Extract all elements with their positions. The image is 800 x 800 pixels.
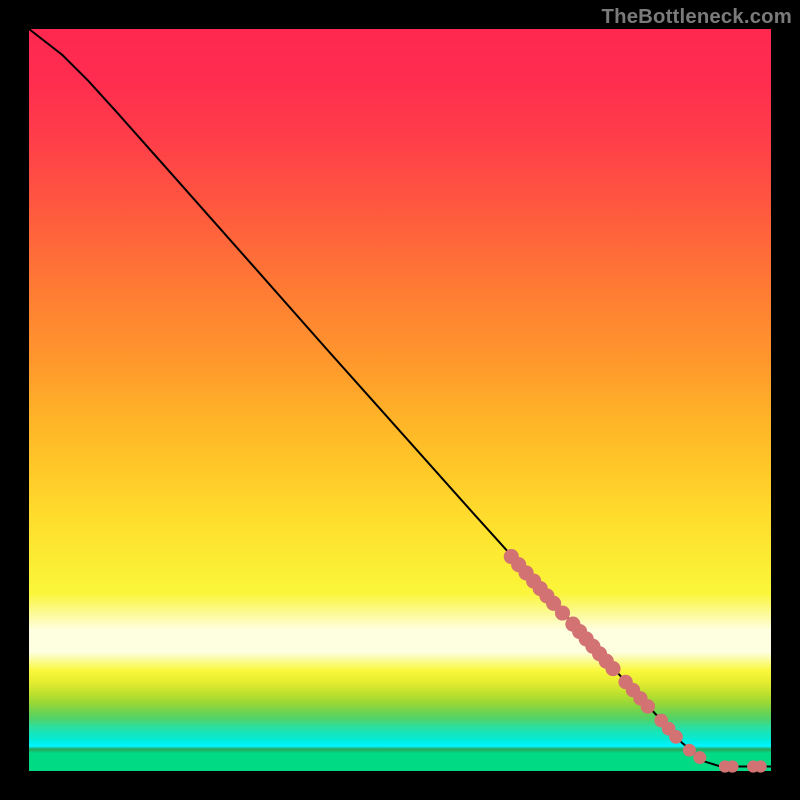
plot-area <box>29 29 771 771</box>
chart-stage: TheBottleneck.com <box>0 0 800 800</box>
watermark-text: TheBottleneck.com <box>602 6 792 29</box>
